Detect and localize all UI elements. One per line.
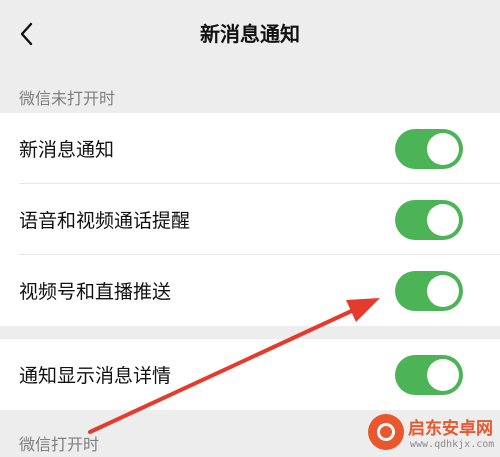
toggle-knob [427,133,459,165]
toggle-knob [427,275,459,307]
toggle-knob [427,359,459,391]
new-message-toggle[interactable] [395,129,463,169]
channels-live-toggle[interactable] [395,271,463,311]
setting-row-show-details: 通知显示消息详情 [0,339,500,410]
setting-row-new-message: 新消息通知 [0,113,500,184]
nav-bar: 新消息通知 [0,0,500,68]
setting-label: 新消息通知 [19,139,115,161]
call-reminder-toggle[interactable] [395,200,463,240]
setting-label: 通知显示消息详情 [19,365,172,387]
setting-row-call-reminder: 语音和视频通话提醒 [0,184,500,255]
watermark-title: 启东安卓网 [408,419,493,439]
setting-row-channels-live: 视频号和直播推送 [0,255,500,326]
setting-label: 语音和视频通话提醒 [19,210,191,232]
page-title: 新消息通知 [200,22,300,46]
watermark-icon [368,414,404,450]
setting-label: 视频号和直播推送 [19,281,172,303]
watermark-url: www.qdhkjx.com [410,439,495,450]
show-details-toggle[interactable] [395,355,463,395]
toggle-knob [427,204,459,236]
section-label-app-open: 微信打开时 [19,435,100,454]
settings-group-details: 通知显示消息详情 [0,339,500,410]
settings-group-app-closed: 新消息通知 语音和视频通话提醒 视频号和直播推送 [0,113,500,326]
section-label-app-closed: 微信未打开时 [19,89,116,108]
watermark-logo: 启东安卓网 www.qdhkjx.com [366,408,500,457]
